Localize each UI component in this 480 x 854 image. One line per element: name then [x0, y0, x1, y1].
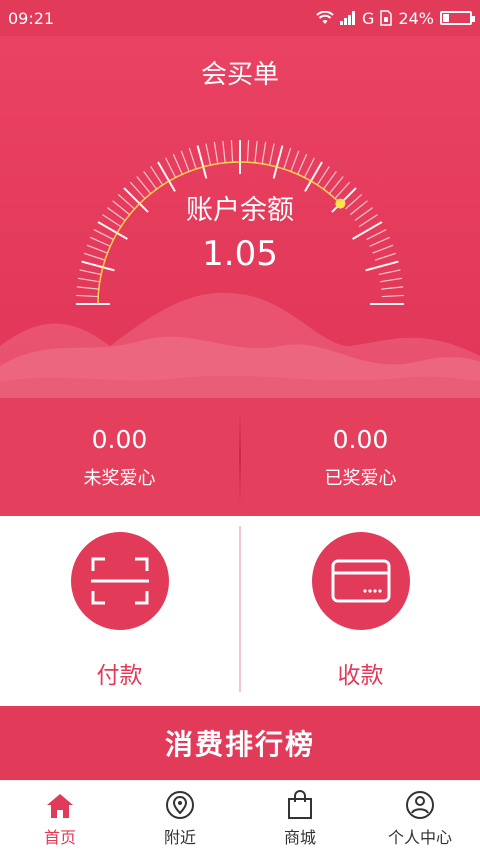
ranking-button[interactable]: 消费排行榜 [0, 706, 480, 780]
wifi-icon [316, 11, 334, 24]
gauge-tick [222, 140, 226, 163]
tab-label: 附近 [163, 828, 196, 847]
receive-label: 收款 [337, 663, 384, 689]
tab-home[interactable]: 首页 [0, 781, 120, 854]
sim-icon [380, 10, 393, 26]
gauge-tick [230, 140, 234, 163]
balance-panel: 会买单 账户余额 1.05 [0, 36, 480, 398]
stat-value: 0.00 [91, 424, 148, 454]
tab-label: 个人中心 [387, 828, 452, 847]
card-icon [331, 559, 390, 603]
tab-nearby[interactable]: 附近 [120, 781, 240, 854]
battery-icon [440, 11, 475, 25]
balance-label: 账户余额 [186, 195, 294, 226]
receive-button[interactable]: 收款 [241, 516, 480, 706]
mountain-decoration [0, 292, 480, 398]
gauge-tick [172, 153, 183, 175]
pay-button[interactable]: 付款 [0, 516, 239, 706]
ranking-label: 消费排行榜 [164, 728, 315, 761]
pay-label: 付款 [96, 663, 143, 689]
signal-icon [340, 11, 356, 25]
scan-icon [90, 557, 149, 605]
gauge-tick [188, 147, 197, 170]
status-time: 09:21 [8, 8, 55, 28]
love-stats: 0.00 未奖爱心 0.00 已奖爱心 [0, 398, 480, 516]
status-bar: 09:21 G 24% [0, 0, 480, 36]
gauge-tick [290, 150, 300, 172]
gauge-tick [165, 157, 177, 178]
tab-mall[interactable]: 商城 [240, 781, 360, 854]
gauge-progress-arc [97, 161, 341, 305]
battery-percent: 24% [398, 8, 434, 28]
gauge-tick [272, 145, 284, 179]
gauge-tick [150, 166, 164, 186]
gauge-tick [196, 145, 208, 179]
home-icon [47, 794, 73, 818]
network-type: G [362, 8, 375, 28]
gauge-tick [180, 150, 190, 172]
bottom-tab-bar: 首页 附近 商城 个人中心 [0, 780, 480, 854]
gauge-tick [246, 140, 250, 163]
user-icon [406, 791, 434, 819]
payment-actions: 付款 收款 [0, 516, 480, 706]
gauge-tick [268, 143, 275, 166]
tab-label: 商城 [283, 828, 316, 847]
gauge-tick [77, 277, 100, 283]
gauge-tick [205, 143, 212, 166]
tab-profile[interactable]: 个人中心 [360, 781, 480, 854]
gauge-tick [316, 166, 330, 186]
pay-circle[interactable] [70, 532, 169, 630]
balance-value: 1.05 [202, 234, 278, 274]
gauge-tick [213, 141, 219, 164]
receive-circle[interactable] [311, 532, 410, 630]
gauge-tick [297, 153, 308, 175]
stat-label: 未奖爱心 [83, 467, 156, 489]
stat-value: 0.00 [332, 424, 389, 454]
gauge-tick [261, 141, 267, 164]
shopping-bag-icon [288, 790, 312, 819]
stat-unrewarded[interactable]: 0.00 未奖爱心 [0, 398, 239, 516]
gauge-tick [380, 277, 403, 283]
gauge-tick [254, 140, 258, 163]
tab-label: 首页 [43, 828, 76, 847]
stat-rewarded[interactable]: 0.00 已奖爱心 [241, 398, 480, 516]
stat-label: 已奖爱心 [324, 467, 397, 489]
location-pin-icon [166, 791, 194, 819]
gauge-tick [283, 147, 292, 170]
gauge-tick [303, 157, 315, 178]
status-icons: G 24% [316, 8, 475, 28]
